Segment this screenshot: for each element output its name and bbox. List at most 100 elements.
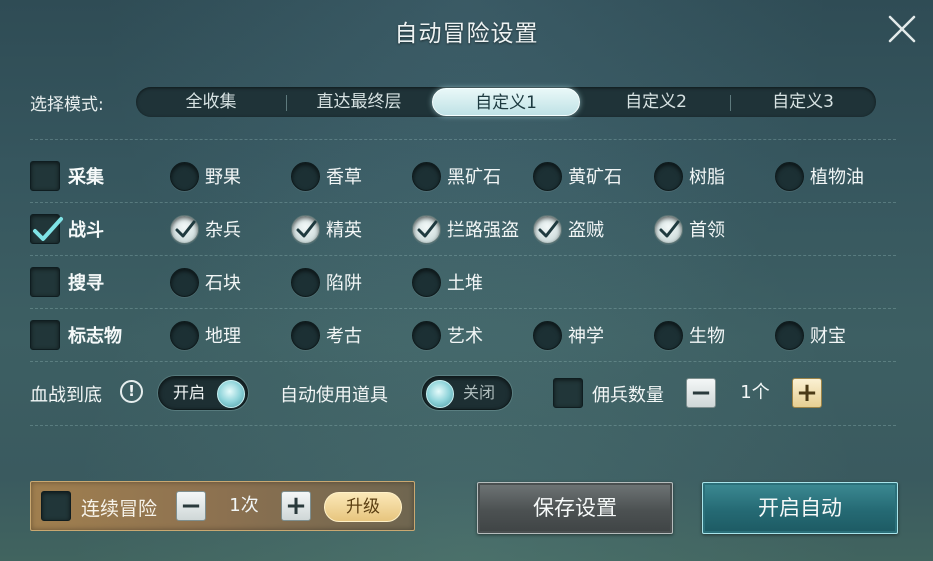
checkmark-icon [659,220,680,237]
option-boss[interactable]: 首领 [654,212,725,246]
divider [30,308,896,309]
option-label: 土堆 [447,273,483,294]
start-auto-button[interactable]: 开启自动 [702,482,898,534]
option-label: 神学 [568,326,604,347]
category-landmark-checkbox[interactable]: 标志物 [30,318,122,352]
option-highwayman[interactable]: 拦路强盗 [412,212,519,246]
save-settings-button[interactable]: 保存设置 [477,482,673,534]
option-trap[interactable]: 陷阱 [291,265,362,299]
category-gather-checkbox[interactable]: 采集 [30,159,104,193]
option-label: 树脂 [689,167,725,188]
category-row-combat: 战斗 杂兵 精英 拦路强盗 盗贼 首领 [30,212,900,246]
mode-tab-custom-3[interactable]: 自定义3 [730,88,876,116]
mode-tab-direct-final[interactable]: 直达最终层 [286,88,432,116]
option-dirt-mound[interactable]: 土堆 [412,265,483,299]
toggle-knob [426,380,454,408]
toggle-state-label: 开启 [173,383,206,402]
option-wild-fruit[interactable]: 野果 [170,159,241,193]
mode-tab-track: 全收集 直达最终层 自定义1 自定义2 自定义3 [136,87,876,117]
option-label: 黑矿石 [447,167,501,188]
radio-button [170,320,199,350]
radio-button [533,161,562,191]
mode-tab-full-collect[interactable]: 全收集 [136,88,286,116]
close-button[interactable] [885,12,919,46]
option-label: 艺术 [447,326,483,347]
mercenary-decrement-button[interactable]: − [686,378,716,408]
checkbox [30,267,60,297]
option-label: 财宝 [810,326,846,347]
option-label: 拦路强盗 [447,220,519,241]
checkmark-icon [33,217,63,241]
close-icon [888,15,916,43]
category-label: 标志物 [68,326,122,347]
option-elite[interactable]: 精英 [291,212,362,246]
radio-button [291,161,320,191]
continuous-count-value: 1次 [229,495,259,516]
auto-use-items-label: 自动使用道具 [280,385,388,406]
radio-button [170,214,199,244]
option-thief[interactable]: 盗贼 [533,212,604,246]
option-label: 考古 [326,326,362,347]
category-combat-checkbox[interactable]: 战斗 [30,212,104,246]
option-plant-oil[interactable]: 植物油 [775,159,864,193]
category-label: 战斗 [68,220,104,241]
option-resin[interactable]: 树脂 [654,159,725,193]
option-biology[interactable]: 生物 [654,318,725,352]
option-label: 杂兵 [205,220,241,241]
option-stone[interactable]: 石块 [170,265,241,299]
radio-button [775,320,804,350]
category-label: 搜寻 [68,273,104,294]
radio-button [533,320,562,350]
option-label: 首领 [689,220,725,241]
upgrade-button[interactable]: 升级 [324,492,402,522]
category-label: 采集 [68,167,104,188]
option-label: 黄矿石 [568,167,622,188]
radio-button [170,267,199,297]
dialog-title: 自动冒险设置 [394,21,539,47]
option-black-ore[interactable]: 黑矿石 [412,159,501,193]
option-label: 生物 [689,326,725,347]
mercenary-count-label: 佣兵数量 [592,385,664,406]
option-label: 香草 [326,167,362,188]
toggle-state-label: 关闭 [463,383,496,402]
mode-selector: 选择模式: 全收集 直达最终层 自定义1 自定义2 自定义3 [30,87,876,117]
continuous-adventure-checkbox[interactable] [41,491,71,521]
mode-tab-custom-2[interactable]: 自定义2 [582,88,730,116]
mode-label: 选择模式: [30,94,104,115]
radio-button [654,320,683,350]
fight-to-end-label: 血战到底 [30,385,102,406]
option-treasure[interactable]: 财宝 [775,318,846,352]
checkbox [30,320,60,350]
option-label: 石块 [205,273,241,294]
category-search-checkbox[interactable]: 搜寻 [30,265,104,299]
fight-to-end-toggle[interactable]: 开启 [158,376,248,410]
checkmark-icon [296,220,317,237]
checkmark-icon [175,220,196,237]
radio-button [291,214,320,244]
mode-tab-custom-1[interactable]: 自定义1 [432,88,580,116]
option-theology[interactable]: 神学 [533,318,604,352]
option-geography[interactable]: 地理 [170,318,241,352]
option-herb[interactable]: 香草 [291,159,362,193]
option-archaeology[interactable]: 考古 [291,318,362,352]
option-label: 植物油 [810,167,864,188]
option-label: 精英 [326,220,362,241]
option-yellow-ore[interactable]: 黄矿石 [533,159,622,193]
continuous-decrement-button[interactable]: − [176,491,206,521]
radio-button [412,161,441,191]
info-icon[interactable]: ! [120,380,143,403]
settings-row: 血战到底 ! 开启 自动使用道具 关闭 佣兵数量 − 1个 + [30,376,900,410]
divider [30,361,896,362]
checkbox [30,214,63,244]
option-minion[interactable]: 杂兵 [170,212,241,246]
mercenary-increment-button[interactable]: + [792,378,822,408]
option-art[interactable]: 艺术 [412,318,483,352]
toggle-knob [217,380,245,408]
radio-button [654,161,683,191]
radio-button [291,267,320,297]
option-label: 陷阱 [326,273,362,294]
auto-use-items-toggle[interactable]: 关闭 [422,376,512,410]
mercenary-checkbox[interactable] [553,378,583,408]
continuous-increment-button[interactable]: + [281,491,311,521]
divider [30,202,896,203]
